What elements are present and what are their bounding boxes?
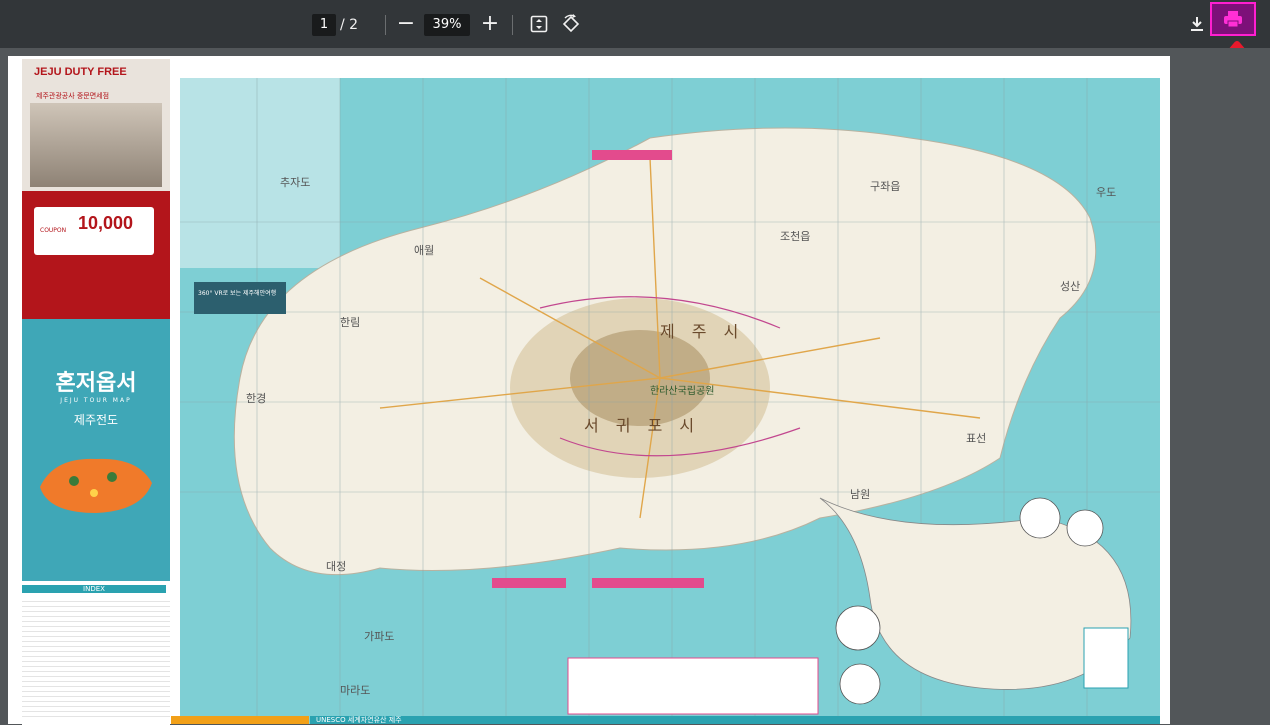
store-photo <box>30 103 162 187</box>
page-separator: / <box>340 17 345 33</box>
page-number-input[interactable]: 1 <box>312 14 336 36</box>
pdf-toolbar: 1 / 2 − 39% + <box>0 0 1270 48</box>
download-icon <box>1191 17 1203 31</box>
index-title: INDEX <box>22 585 166 593</box>
download-button[interactable] <box>1183 10 1211 38</box>
bottom-orange-strip <box>171 716 309 724</box>
index-panel: INDEX <box>22 585 170 725</box>
page-total: 2 <box>349 17 359 33</box>
coupon-no: No. 4005 <box>114 243 142 250</box>
place-hallim: 한림 <box>340 316 361 329</box>
unesco-banner: UNESCO 세계자연유산 제주 <box>310 716 1160 724</box>
place-namwon: 남원 <box>850 488 871 501</box>
print-button[interactable] <box>1210 2 1256 36</box>
hallasan-park-label: 한라산국립공원 <box>650 386 715 397</box>
print-icon <box>1224 11 1242 28</box>
place-udo: 우도 <box>1096 186 1117 199</box>
toolbar-divider <box>385 15 386 35</box>
map-graphic <box>180 78 1160 724</box>
cover-subtitle: 제주전도 <box>73 413 119 427</box>
coupon-amount: 10,000 <box>78 213 134 233</box>
place-seongsan: 성산 <box>1060 280 1081 293</box>
zoom-in-button[interactable]: + <box>476 10 504 38</box>
place-jocheon: 조천읍 <box>780 230 811 243</box>
qr-caption: 360° VR로 보는 제주해안여행 <box>198 290 277 297</box>
zoom-level-input[interactable]: 39% <box>424 14 470 36</box>
minus-icon: − <box>396 11 416 36</box>
jeju-map[interactable]: 360° VR로 보는 제주해안여행 제 주 시 서 귀 포 시 한라산국립공원… <box>180 78 1160 724</box>
index-table <box>22 597 170 717</box>
place-aewol: 애월 <box>414 244 435 257</box>
city-seogwipo-label: 서 귀 포 시 <box>584 416 701 435</box>
fit-page-icon <box>530 15 548 33</box>
fit-page-button[interactable] <box>525 10 553 38</box>
place-daejeong: 대정 <box>326 560 347 573</box>
place-hangyeong: 한경 <box>246 392 267 405</box>
tour-map-cover: 혼저옵서 JEJU TOUR MAP 제주전도 <box>22 319 170 581</box>
city-jeju-label: 제 주 시 <box>660 322 745 341</box>
page-count: / 2 <box>340 14 358 36</box>
brand-sub: 제주관광공사 중문면세점 <box>36 92 110 100</box>
duty-free-ad: JEJU DUTY FREE 제주관광공사 중문면세점 <box>22 59 170 191</box>
jeju-illustration <box>40 458 152 513</box>
toolbar-divider <box>512 15 513 35</box>
place-gapado: 가파도 <box>364 630 395 643</box>
place-gujwa: 구좌읍 <box>870 180 901 193</box>
place-marado: 마라도 <box>340 684 371 697</box>
coupon-panel: COUPON 10,000 No. 4005 <box>22 191 170 319</box>
zoom-out-button[interactable]: − <box>392 10 420 38</box>
coupon-label: COUPON <box>40 227 67 234</box>
rotate-button[interactable] <box>557 10 585 38</box>
cover-title: 혼저옵서 <box>55 371 137 396</box>
brand-top: JEJU DUTY FREE <box>34 66 127 78</box>
place-pyoseon: 표선 <box>966 432 987 445</box>
cover-title-en: JEJU TOUR MAP <box>60 397 132 404</box>
plus-icon: + <box>480 11 500 36</box>
place-chuja: 추자도 <box>280 176 311 189</box>
rotate-icon <box>562 14 580 33</box>
